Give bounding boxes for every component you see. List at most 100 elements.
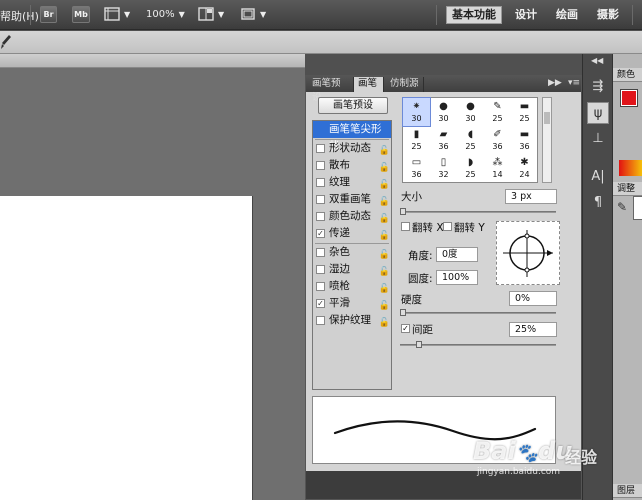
brush-tip[interactable]: ✐ 36 (484, 126, 511, 154)
roundness-field[interactable]: 100% (436, 270, 478, 285)
checkbox[interactable] (316, 316, 325, 325)
flip-y-checkbox[interactable] (443, 222, 452, 231)
brush-tool-icon[interactable] (0, 34, 12, 50)
tab-brush[interactable]: 画笔 (354, 77, 384, 92)
panel-menu-icon[interactable]: ▾≡ (568, 78, 580, 88)
hard-round-brush-icon: ● (439, 101, 448, 112)
angle-roundness-preview[interactable] (496, 221, 560, 285)
minibridge-button[interactable]: Mb (72, 6, 90, 23)
brush-tip[interactable]: ✎ 25 (484, 98, 511, 126)
option-smoothing[interactable]: ✓ 平滑 🔓 (313, 295, 391, 312)
checkbox-checked[interactable]: ✓ (316, 229, 325, 238)
brush-tip[interactable]: ● 30 (430, 98, 457, 126)
option-transfer[interactable]: ✓ 传递 🔓 (313, 225, 391, 242)
checkbox[interactable] (316, 144, 325, 153)
option-shape-dynamics[interactable]: 形状动态 🔓 (313, 140, 391, 157)
arrange-documents-dropdown[interactable]: ▼ (198, 6, 224, 24)
spacing-slider[interactable] (400, 344, 556, 346)
spacing-slider-handle[interactable] (416, 341, 422, 348)
roundness-label: 圆度: (408, 273, 433, 285)
foreground-color-swatch[interactable] (620, 89, 638, 107)
option-label: 纹理 (329, 176, 350, 188)
option-noise[interactable]: 杂色 🔓 (313, 244, 391, 261)
workspace-design[interactable]: 设计 (510, 6, 542, 24)
brush-tip[interactable]: ✱ 24 (511, 154, 538, 182)
view-extras-dropdown[interactable]: ▼ (104, 6, 130, 24)
color-panel-tab[interactable]: 颜色 (613, 68, 642, 82)
adjustments-icon[interactable]: ✎ (617, 200, 631, 214)
brush-tip[interactable]: ▭ 36 (403, 154, 430, 182)
brush-tip[interactable]: ▬ 25 (511, 98, 538, 126)
tab-clone-source[interactable]: 仿制源 (386, 77, 424, 92)
option-label: 喷枪 (329, 280, 350, 292)
checkbox[interactable] (316, 212, 325, 221)
size-slider-handle[interactable] (400, 208, 406, 215)
checkbox[interactable] (316, 248, 325, 257)
brush-tip-scrollbar[interactable] (542, 97, 552, 183)
scrollbar-thumb[interactable] (544, 112, 550, 124)
collapse-panel-icon[interactable]: ▶▶ (548, 78, 562, 88)
character-dock-icon[interactable]: A| (587, 166, 609, 188)
flip-y-label: 翻转 Y (454, 222, 485, 234)
brush-tip-size: 36 (411, 170, 422, 179)
checkbox[interactable] (316, 282, 325, 291)
zoom-level-dropdown[interactable]: 100% ▼ (146, 6, 185, 24)
fan-brush-icon: ◗ (467, 157, 474, 168)
option-texture[interactable]: 纹理 🔓 (313, 174, 391, 191)
clone-source-dock-icon[interactable]: ⊥ (587, 128, 609, 150)
paragraph-dock-icon[interactable]: ¶ (587, 192, 609, 214)
collapse-dock-icon[interactable]: ◀◀ (591, 56, 603, 65)
option-protect-texture[interactable]: 保护纹理 🔓 (313, 312, 391, 329)
layers-panel-tab[interactable]: 图层 (613, 484, 642, 498)
tab-brush-presets[interactable]: 画笔预设 (308, 77, 354, 103)
brush-presets-button[interactable]: 画笔预设 (318, 97, 388, 114)
hardness-slider[interactable] (400, 312, 556, 314)
option-color-dynamics[interactable]: 颜色动态 🔓 (313, 208, 391, 225)
checkbox[interactable] (316, 161, 325, 170)
spacing-checkbox[interactable]: ✓ (401, 324, 410, 333)
hardness-field[interactable]: 0% (509, 291, 557, 306)
brush-tip[interactable]: ● 30 (457, 98, 484, 126)
option-scattering[interactable]: 散布 🔓 (313, 157, 391, 174)
brush-panel-dock-icon[interactable]: ψ (587, 102, 609, 124)
option-wet-edges[interactable]: 湿边 🔓 (313, 261, 391, 278)
checkbox[interactable] (316, 195, 325, 204)
brush-tip[interactable]: ⁂ 14 (484, 154, 511, 182)
brush-tip[interactable]: ◖ 25 (457, 126, 484, 154)
workspace-photography[interactable]: 摄影 (592, 6, 624, 24)
color-spectrum-bar[interactable] (619, 160, 642, 176)
size-slider[interactable] (400, 211, 556, 213)
brush-tip[interactable]: ▮ 25 (403, 126, 430, 154)
document-canvas[interactable] (0, 196, 253, 500)
menu-help[interactable]: 帮助(H) (0, 8, 39, 24)
brush-tip[interactable]: ⁕ 30 (402, 97, 431, 127)
workspace-essentials[interactable]: 基本功能 (446, 6, 502, 24)
flip-x-checkbox[interactable] (401, 222, 410, 231)
lock-icon[interactable]: 🔓 (379, 315, 390, 332)
spacing-label: 间距 (412, 324, 433, 336)
checkbox[interactable] (316, 178, 325, 187)
brush-tip-size: 25 (519, 114, 530, 123)
brush-tip[interactable]: ◗ 25 (457, 154, 484, 182)
option-airbrush[interactable]: 喷枪 🔓 (313, 278, 391, 295)
fan-brush-icon: ◖ (467, 129, 474, 140)
checkbox[interactable] (316, 265, 325, 274)
brush-presets-dock-icon[interactable]: ⇶ (587, 76, 609, 98)
hardness-slider-handle[interactable] (400, 309, 406, 316)
option-dual-brush[interactable]: 双重画笔 🔓 (313, 191, 391, 208)
size-field[interactable]: 3 px (505, 189, 557, 204)
checkbox-checked[interactable]: ✓ (316, 299, 325, 308)
workspace-painting[interactable]: 绘画 (551, 6, 583, 24)
bristle-brush-icon: ▰ (439, 129, 448, 140)
adjustments-panel-tab[interactable]: 调整 (613, 182, 642, 196)
brush-tip[interactable]: ▯ 32 (430, 154, 457, 182)
screen-mode-dropdown[interactable]: ▼ (240, 6, 266, 24)
marker-brush-icon: ✎ (493, 101, 502, 112)
option-brush-tip-shape[interactable]: 画笔笔尖形状 (313, 121, 391, 152)
brush-tip[interactable]: ▰ 36 (430, 126, 457, 154)
angle-field[interactable]: 0度 (436, 247, 478, 262)
brush-tip[interactable]: ▬ 36 (511, 126, 538, 154)
spacing-field[interactable]: 25% (509, 322, 557, 337)
option-label: 散布 (329, 159, 350, 171)
bridge-button[interactable]: Br (40, 6, 57, 23)
